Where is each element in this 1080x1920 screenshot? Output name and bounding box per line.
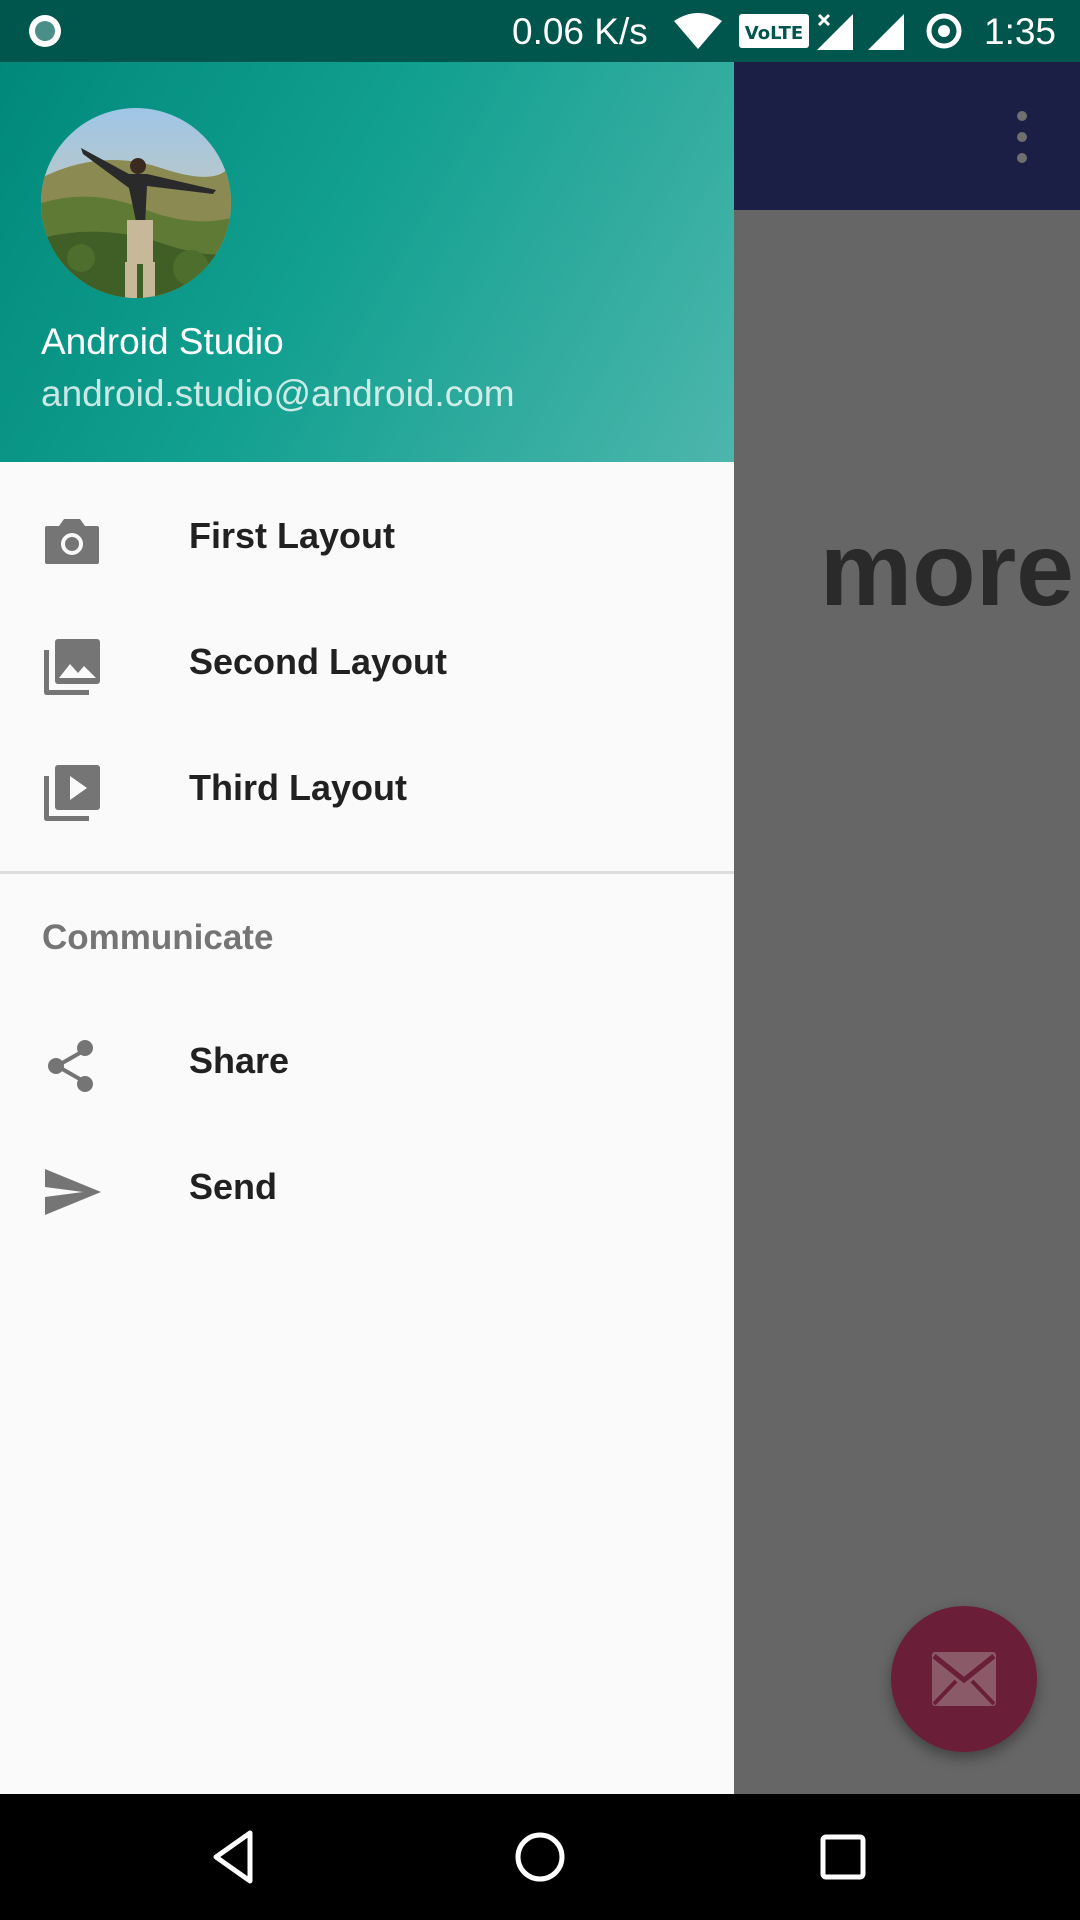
- menu-item-send[interactable]: Send: [0, 1124, 734, 1250]
- signal-roaming-icon: [817, 13, 853, 50]
- mail-icon: [932, 1652, 996, 1706]
- recents-icon[interactable]: [813, 1827, 873, 1887]
- menu-item-label: First Layout: [189, 515, 396, 556]
- menu-item-share[interactable]: Share: [0, 998, 734, 1124]
- menu-item-second-layout[interactable]: Second Layout: [0, 599, 734, 725]
- menu-group-main: First Layout Second Layout Third Layout: [0, 462, 734, 851]
- svg-text:VoLTE: VoLTE: [745, 23, 803, 44]
- navigation-drawer: Android Studio android.studio@android.co…: [0, 62, 734, 1794]
- network-speed: 0.06 K/s: [512, 11, 648, 52]
- menu-item-label: Send: [189, 1166, 278, 1207]
- clock: 1:35: [984, 11, 1057, 52]
- slideshow-icon: [44, 765, 100, 821]
- menu-item-label: Third Layout: [189, 767, 407, 808]
- fab-mail-button[interactable]: [891, 1606, 1037, 1752]
- data-saver-icon: [926, 13, 962, 49]
- app-content-scrim[interactable]: more: [734, 210, 1080, 1794]
- drawer-menu: First Layout Second Layout Third Layout: [0, 462, 734, 1250]
- app-notification-icon: [29, 15, 61, 47]
- system-nav-bar: [0, 1794, 1080, 1920]
- avatar[interactable]: [41, 108, 231, 298]
- menu-item-first-layout[interactable]: First Layout: [0, 473, 734, 599]
- back-icon[interactable]: [206, 1827, 266, 1887]
- drawer-header: Android Studio android.studio@android.co…: [0, 62, 734, 462]
- send-icon: [45, 1169, 101, 1215]
- home-icon[interactable]: [510, 1827, 570, 1887]
- menu-item-label: Second Layout: [189, 641, 448, 682]
- status-bar: 0.06 K/s VoLTE 1:35: [0, 0, 1080, 62]
- section-title: Communicate: [42, 918, 274, 957]
- share-icon: [48, 1040, 93, 1092]
- avatar-image: [41, 108, 231, 298]
- volte-icon: VoLTE: [739, 14, 809, 48]
- menu-group-communicate: Communicate Share Send: [0, 874, 734, 1250]
- user-name: Android Studio: [41, 321, 284, 362]
- more-vert-icon[interactable]: [1004, 108, 1040, 166]
- user-email: android.studio@android.com: [41, 373, 515, 414]
- camera-icon: [45, 519, 99, 564]
- menu-item-third-layout[interactable]: Third Layout: [0, 725, 734, 851]
- wifi-icon: [674, 13, 722, 49]
- menu-item-label: Share: [189, 1040, 290, 1081]
- background-text: more: [819, 512, 1074, 628]
- gallery-icon: [44, 639, 100, 695]
- signal-icon: [868, 14, 904, 50]
